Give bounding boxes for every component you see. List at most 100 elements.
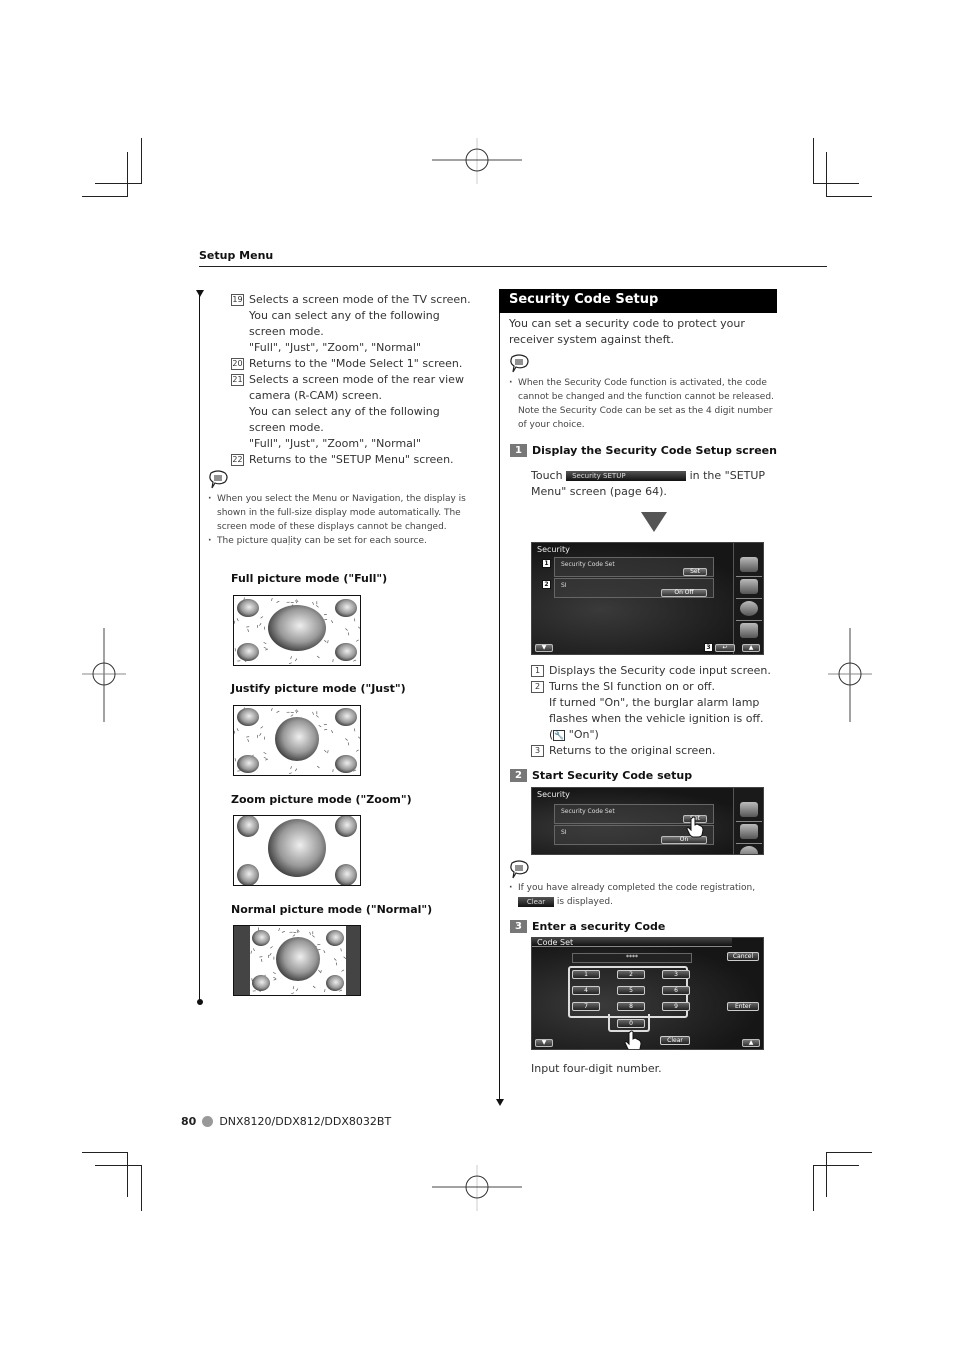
picture-mode-just	[233, 705, 361, 776]
screen-title: Security	[537, 545, 570, 554]
texture-dash	[291, 992, 295, 995]
texture-dash	[259, 732, 262, 736]
clear-button[interactable]: Clear	[660, 1036, 690, 1045]
step-3-heading: 3 Enter a security Code	[510, 920, 665, 933]
enter-button[interactable]: Enter	[727, 1002, 759, 1011]
key-8[interactable]: 8	[617, 1002, 645, 1011]
key-5[interactable]: 5	[617, 986, 645, 995]
scroll-up-button[interactable]: ▲	[742, 644, 760, 652]
texture-dash	[295, 658, 298, 662]
code-display: ****	[572, 953, 692, 963]
key-1[interactable]: 1	[572, 970, 600, 979]
scroll-down-button[interactable]: ▼	[535, 1039, 553, 1047]
page-footer: 80 DNX8120/DDX812/DDX8032BT	[181, 1115, 391, 1128]
texture-dash	[318, 969, 321, 973]
tools-icon[interactable]	[740, 623, 758, 638]
texture-dash	[263, 646, 267, 649]
item-text: "Full", "Just", "Zoom", "Normal"	[249, 341, 422, 354]
picture-illustration	[234, 707, 360, 775]
grid-icon[interactable]	[740, 802, 758, 817]
texture-dash	[312, 935, 315, 938]
security-setup-button[interactable]: Security SETUP	[566, 471, 687, 481]
texture-dash	[292, 986, 295, 990]
section-header: Setup Menu	[199, 249, 274, 262]
picture-illustration	[237, 816, 357, 885]
corner-ball	[237, 864, 259, 885]
texture-dash	[296, 709, 299, 713]
divider	[736, 843, 762, 844]
texture-dash	[234, 730, 236, 734]
page-number: 80	[181, 1115, 197, 1128]
texture-dash	[345, 628, 348, 631]
corner-ball	[237, 755, 259, 773]
texture-dash	[263, 642, 267, 645]
key-4[interactable]: 4	[572, 986, 600, 995]
texture-dash	[273, 976, 277, 979]
speaker-icon[interactable]	[740, 824, 758, 839]
grid-icon[interactable]	[740, 557, 758, 572]
cancel-button[interactable]: Cancel	[727, 952, 759, 961]
screen-title: Code Set	[537, 938, 574, 947]
speaker-icon[interactable]	[740, 579, 758, 594]
key-7[interactable]: 7	[572, 1002, 600, 1011]
note-item: The picture quaļity can be set for each …	[207, 534, 477, 548]
texture-dash	[345, 738, 348, 741]
texture-dash	[340, 948, 342, 952]
texture-dash	[260, 726, 264, 729]
key-0[interactable]: 0	[617, 1019, 645, 1028]
item-text: Returns to the "SETUP Menu" screen.	[249, 453, 454, 466]
flow-line-right	[499, 289, 500, 1099]
texture-dash	[318, 725, 322, 728]
texture-dash	[324, 619, 328, 621]
disc-icon[interactable]	[740, 601, 758, 616]
return-button[interactable]: ↩	[715, 644, 735, 652]
texture-dash	[357, 626, 360, 629]
key-2[interactable]: 2	[617, 970, 645, 979]
texture-dash	[260, 616, 264, 619]
item-number: 22	[231, 454, 244, 466]
registration-mark-top	[432, 138, 522, 184]
security-code-set-row: Security Code Set Set	[554, 557, 714, 577]
center-ball	[268, 605, 326, 651]
corner-ball	[237, 708, 259, 726]
texture-dash	[320, 970, 322, 974]
item-text: Displays the Security code input screen.	[549, 664, 771, 677]
picture-illustration	[234, 926, 360, 995]
corner-ball	[335, 708, 357, 726]
list-item: 22 Returns to the "SETUP Menu" screen.	[231, 452, 476, 468]
registration-mark-right	[828, 628, 872, 722]
texture-dash	[295, 600, 298, 604]
texture-dash	[343, 956, 347, 959]
option-off[interactable]: Off	[685, 589, 694, 596]
set-button[interactable]: Set	[683, 568, 707, 576]
key-3[interactable]: 3	[662, 970, 690, 979]
divider	[736, 821, 762, 822]
side-menu	[733, 543, 763, 654]
security-screen: Security 1 Security Code Set Set 2 SI On…	[531, 542, 764, 655]
texture-dash	[247, 628, 249, 632]
pointing-hand-icon	[624, 1030, 642, 1049]
texture-dash	[247, 738, 249, 742]
step-title: Display the Security Code Setup screen	[532, 444, 777, 457]
scroll-down-button[interactable]: ▼	[535, 644, 553, 652]
key-9[interactable]: 9	[662, 1002, 690, 1011]
divider	[736, 576, 762, 577]
disc-icon[interactable]	[740, 846, 758, 854]
texture-dash	[259, 622, 262, 626]
texture-dash	[263, 756, 267, 759]
screen-mode-item-list: 19 Selects a screen mode of the TV scree…	[231, 292, 476, 468]
callout-2: 2	[542, 580, 551, 589]
security-screen-step2: Security Security Code Set Set SI On	[531, 787, 764, 855]
texture-dash	[290, 714, 294, 717]
down-arrow-icon	[641, 512, 667, 532]
item-text: Selects a screen mode of the rear view c…	[249, 373, 464, 402]
texture-dash	[250, 950, 252, 954]
item-text: Selects a screen mode of the TV screen.	[249, 293, 471, 306]
scroll-up-button[interactable]: ▲	[742, 1039, 760, 1047]
si-toggle[interactable]: On Off	[661, 589, 707, 597]
option-on[interactable]: On	[674, 589, 683, 596]
key-6[interactable]: 6	[662, 986, 690, 995]
center-ball	[276, 937, 320, 981]
side-menu	[733, 788, 763, 854]
list-item: 2 Turns the SI function on or off. If tu…	[531, 679, 771, 743]
